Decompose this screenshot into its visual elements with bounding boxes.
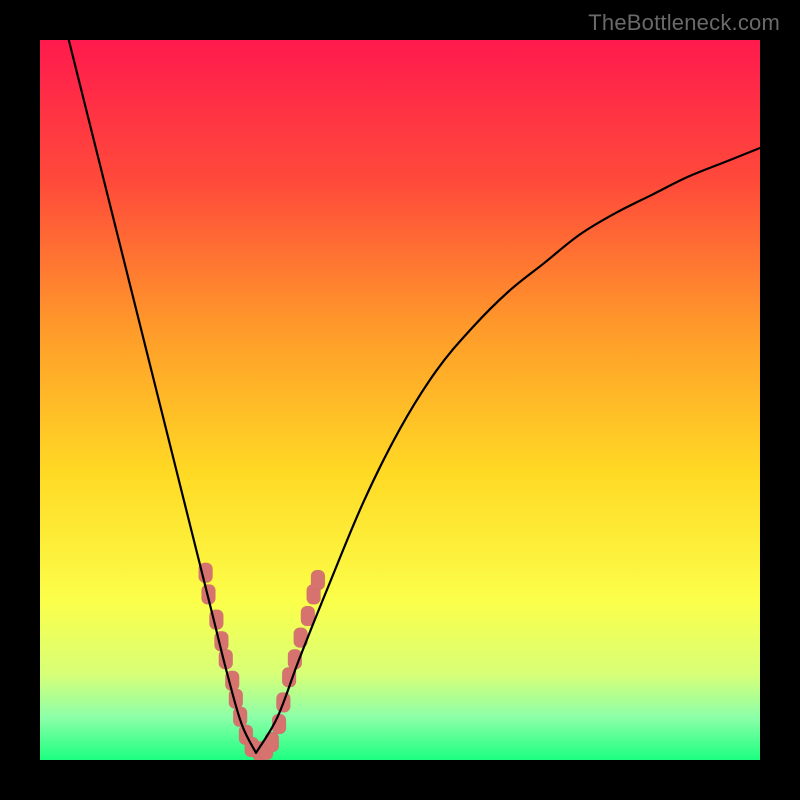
chart-frame: TheBottleneck.com	[0, 0, 800, 800]
data-marker	[311, 570, 325, 590]
curve-layer	[40, 40, 760, 760]
plot-area	[40, 40, 760, 760]
marker-group	[199, 563, 325, 760]
watermark-text: TheBottleneck.com	[588, 10, 780, 36]
bottleneck-curve-right	[256, 148, 760, 753]
